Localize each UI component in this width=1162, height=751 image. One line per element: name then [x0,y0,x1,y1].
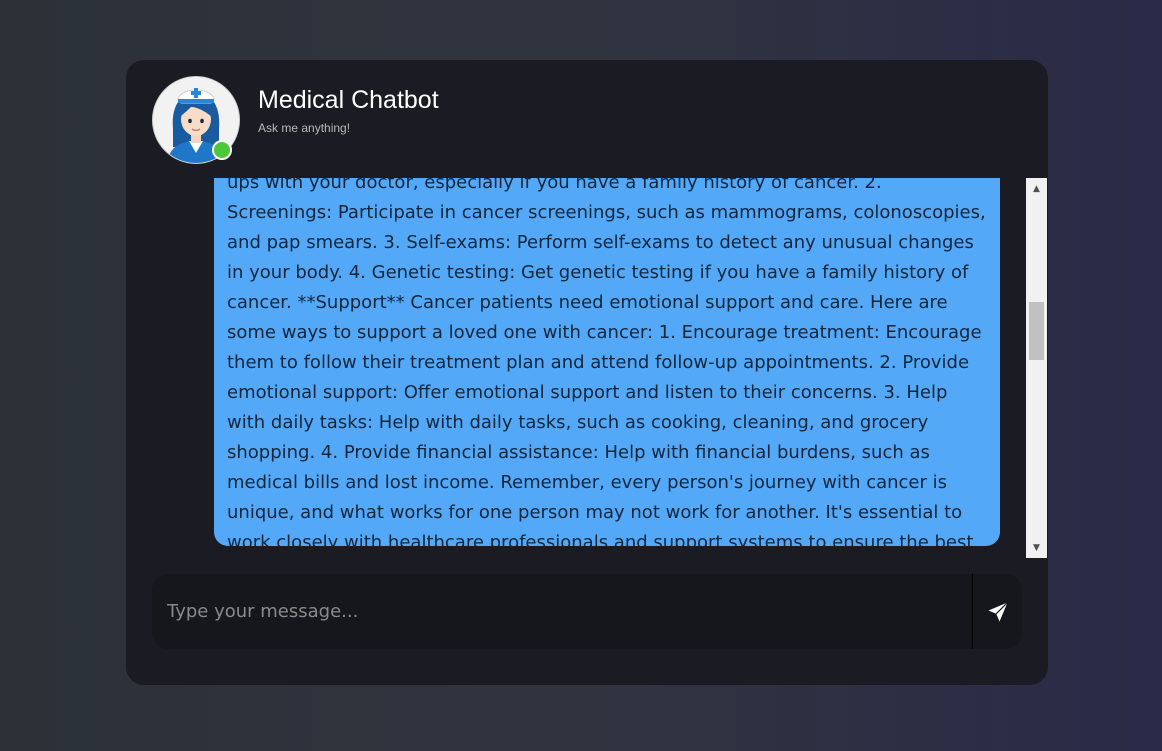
scroll-up-arrow-icon[interactable]: ▲ [1026,180,1047,197]
scroll-down-arrow-icon[interactable]: ▼ [1026,539,1047,556]
message-list[interactable]: ups with your doctor, especially if you … [126,178,1026,558]
message-input-bar [152,574,1022,649]
send-icon [988,601,1008,621]
online-status-dot [212,140,232,160]
chat-title: Medical Chatbot [258,86,439,114]
message-scrollbar[interactable]: ▲ ▼ [1026,178,1047,558]
chat-subtitle: Ask me anything! [258,121,351,135]
bot-message-text: ups with your doctor, especially if you … [227,178,986,546]
chat-card: Medical Chatbot Ask me anything! ups wit… [126,60,1048,685]
message-input[interactable] [152,574,972,649]
chat-header: Medical Chatbot Ask me anything! [152,76,1022,166]
scroll-thumb[interactable] [1029,302,1044,360]
send-button[interactable] [972,574,1022,649]
bot-message-bubble: ups with your doctor, especially if you … [214,178,1000,546]
